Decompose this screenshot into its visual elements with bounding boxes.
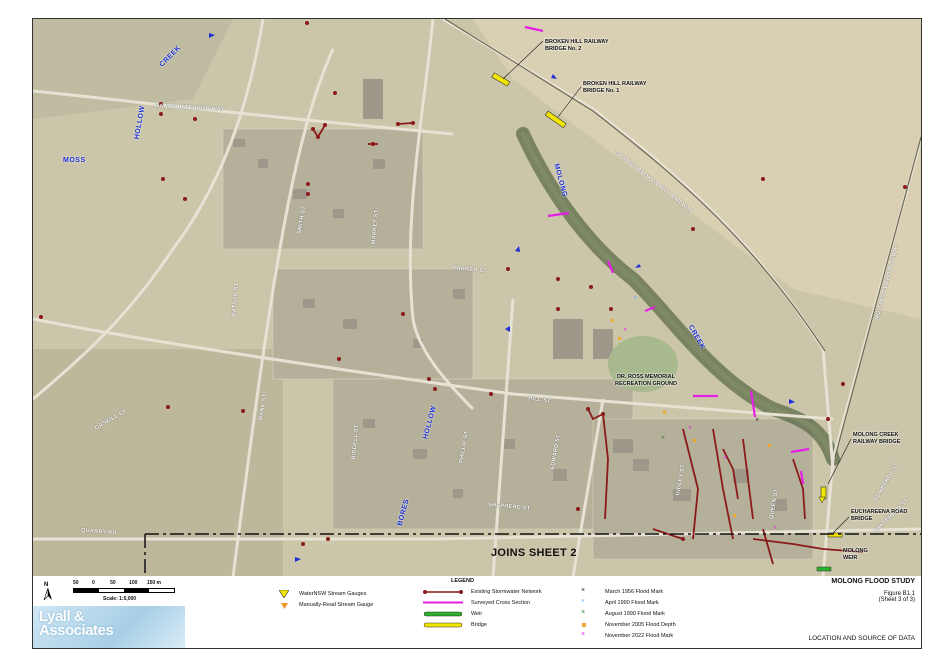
legend-item: Existing Stormwater Network [471, 589, 542, 595]
title-block: MOLONG FLOOD STUDY Figure B1.1 (Sheet 3 … [831, 578, 915, 603]
svg-text:×: × [688, 425, 692, 431]
square-mark-icon [582, 623, 586, 627]
legend-panel: N 50 0 50 100 150 m Scale: 1:5,000 Lyall… [32, 576, 922, 649]
svg-text:×: × [633, 295, 637, 301]
callout-molong-weir: MOLONG WEIR [843, 548, 868, 561]
weir-bar-icon [423, 611, 463, 617]
logo-text: Lyall & Associates [39, 608, 114, 639]
joins-sheet-label: JOINS SHEET 2 [491, 547, 577, 559]
scale-bar [73, 588, 175, 593]
legend-item: March 1956 Flood Mark [605, 589, 664, 595]
map-view[interactable]: × × × × × × × BANJO PATERSON WAY ORANGE … [32, 18, 922, 578]
legend-item: November 2022 Flood Mark [605, 633, 674, 639]
aerial-map: × × × × × × × [33, 19, 921, 577]
company-logo: Lyall & Associates [33, 606, 185, 648]
north-arrow-icon: N [43, 582, 52, 601]
stormwater-line-icon [423, 590, 463, 594]
scale-ticks: 50 0 50 100 150 m [73, 580, 161, 586]
scale-text: Scale: 1:5,000 [103, 596, 137, 602]
svg-text:N: N [44, 582, 48, 588]
cross-section-line-icon [423, 601, 463, 604]
legend-item: WaterNSW Stream Gauges [299, 591, 367, 597]
yellow-triangle-icon [279, 590, 289, 598]
study-title: MOLONG FLOOD STUDY [831, 578, 915, 585]
orange-triangle-icon [281, 603, 288, 609]
legend-item: Weir [471, 611, 483, 617]
svg-text:×: × [623, 327, 627, 333]
bridge-bar-icon [423, 622, 463, 628]
legend-item: November 2005 Flood Depth [605, 622, 676, 628]
callout-eucahareena-bridge: EUCHAREENA ROAD BRIDGE [851, 509, 908, 522]
callout-bridge-2: BROKEN HILL RAILWAY BRIDGE No. 2 [545, 39, 609, 52]
figure-subtitle: LOCATION AND SOURCE OF DATA [808, 635, 915, 642]
svg-text:×: × [661, 435, 665, 441]
legend-item: Bridge [471, 622, 487, 628]
legend-item: Surveyed Cross Section [471, 600, 530, 606]
svg-text:×: × [755, 417, 759, 423]
scale-bar-area: N 50 0 50 100 150 m Scale: 1:5,000 [33, 576, 183, 606]
x-mark-icon: × [581, 609, 586, 616]
callout-molong-creek-bridge: MOLONG CREEK RAILWAY BRIDGE [853, 432, 901, 445]
callout-bridge-1: BROKEN HILL RAILWAY BRIDGE No. 1 [583, 81, 647, 94]
x-mark-icon: × [581, 598, 586, 605]
svg-text:×: × [773, 525, 777, 531]
x-mark-icon: × [581, 631, 586, 638]
legend-title: LEGEND [451, 578, 474, 584]
svg-text:×: × [723, 455, 727, 461]
legend-item: Manually-Read Stream Gauge [299, 602, 374, 608]
sheet-number: (Sheet 3 of 3) [878, 597, 915, 603]
callout-recreation-ground: DR. ROSS MEMORIAL RECREATION GROUND [615, 374, 677, 387]
creek-label-moss: MOSS [63, 157, 86, 164]
x-mark-icon: × [581, 587, 586, 594]
legend-item: April 1990 Flood Mark [605, 600, 659, 606]
legend-item: August 1990 Flood Mark [605, 611, 665, 617]
